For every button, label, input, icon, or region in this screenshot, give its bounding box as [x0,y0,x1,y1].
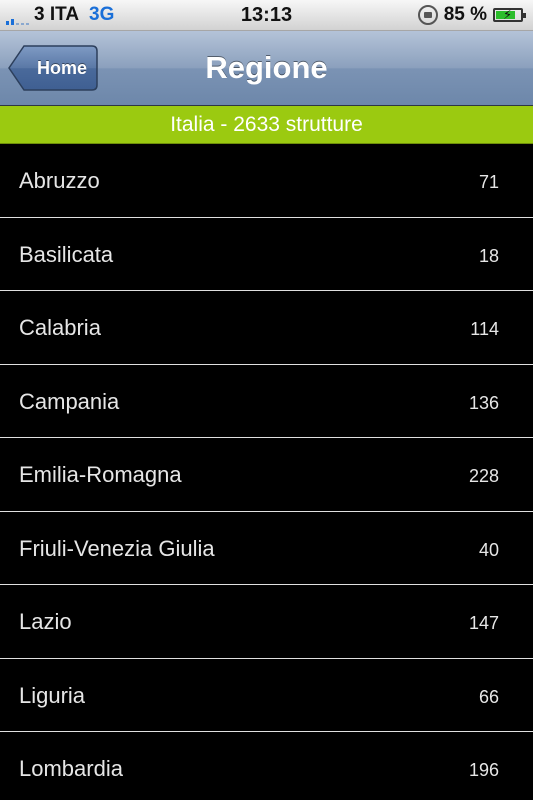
region-count: 66 [478,686,499,707]
region-name: Campania [19,388,120,414]
region-count: 40 [478,539,499,560]
summary-header: Italia - 2633 strutture [0,106,533,144]
region-name: Abruzzo [19,168,100,193]
region-row[interactable]: Liguria 66 [0,658,533,732]
region-count: 136 [468,392,499,413]
navigation-bar: Regione Home [0,31,533,106]
region-name: Friuli-Venezia Giulia [19,535,215,561]
battery-percent: 85 % [443,4,487,25]
region-count: 71 [478,172,499,192]
battery-charging-icon: ⚡ [493,7,526,22]
rotation-lock-icon [417,5,438,25]
region-row[interactable]: Friuli-Venezia Giulia 40 [0,511,533,585]
home-back-label: Home [36,58,87,78]
region-row[interactable]: Emilia-Romagna 228 [0,438,533,512]
region-row[interactable]: Basilicata 18 [0,217,533,291]
region-name: Basilicata [19,241,114,267]
region-row[interactable]: Lazio 147 [0,585,533,659]
region-row[interactable]: Lombardia 196 [0,732,533,800]
status-bar: 3 ITA 3G 13:13 85 % ⚡ [0,0,533,31]
region-count: 18 [478,245,499,266]
region-list: Abruzzo 71 Basilicata 18 Calabria 114 Campania… [0,144,533,800]
region-row[interactable]: Abruzzo 71 [0,144,533,218]
region-name: Calabria [19,315,101,340]
battery-info: 85 % ⚡ [417,4,527,26]
region-count: 228 [468,466,499,486]
region-row[interactable]: Calabria 114 [0,291,533,365]
region-count: 114 [470,319,499,339]
home-back-button[interactable]: Home [8,45,98,91]
region-row[interactable]: Campania 136 [0,364,533,438]
region-name: Liguria [19,682,86,708]
region-count: 147 [468,613,499,633]
app-screen: 3 ITA 3G 13:13 85 % ⚡ Regione Home Itali… [0,0,533,800]
region-name: Emilia-Romagna [19,462,182,487]
region-count: 196 [468,760,499,780]
region-name: Lombardia [19,756,123,781]
region-name: Lazio [19,609,72,634]
